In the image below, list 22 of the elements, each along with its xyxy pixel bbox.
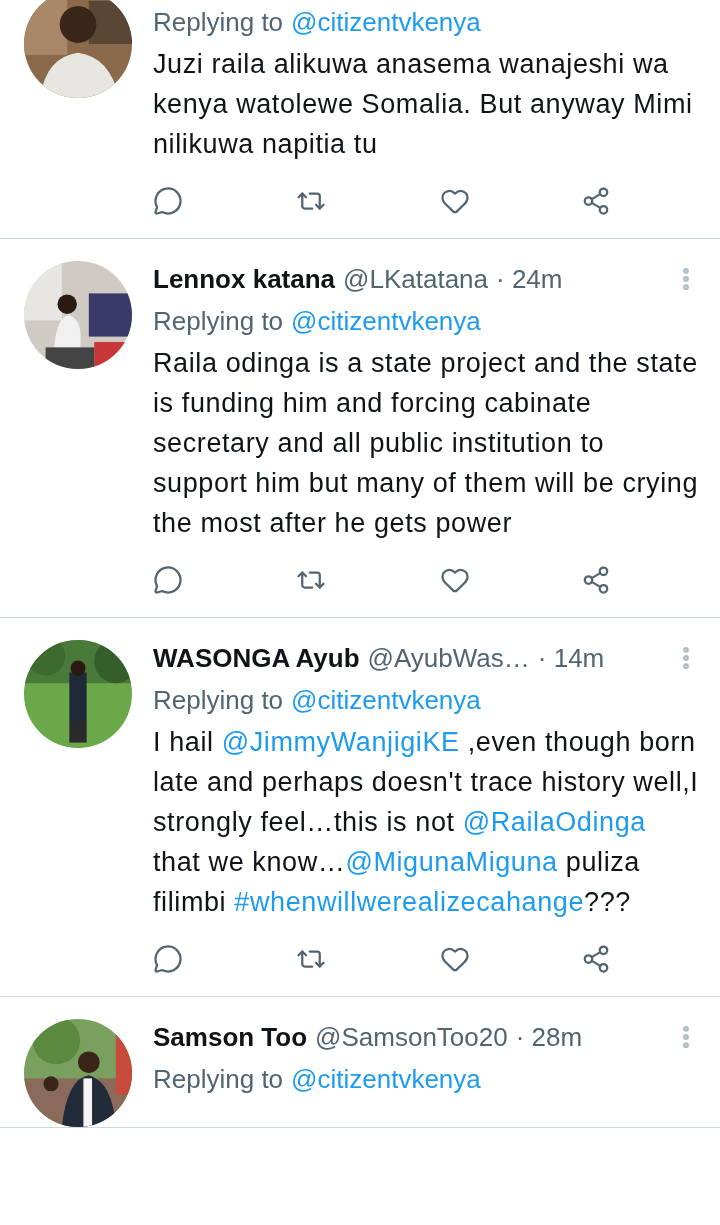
replying-label: Replying to <box>153 304 284 338</box>
tweet-time[interactable]: · 24m <box>496 259 563 299</box>
replying-label: Replying to <box>153 5 284 39</box>
author-handle[interactable]: @AyubWas… <box>367 638 530 678</box>
reply-icon[interactable] <box>153 944 183 974</box>
replying-label: Replying to <box>153 1062 284 1096</box>
share-icon[interactable] <box>581 565 611 595</box>
tweet-text: I hail @JimmyWanjigiKE ,even though born late and perhaps doesn't trace history well,I strongly feel…this is not @RailaOdinga that we know…@MigunaMiguna puliza filimbi #whenwillwerealizecahange??? <box>153 726 700 919</box>
tweet-text: Raila odinga is a state project and the state is funding him and forcing cabinate secretary and all public institution to support him but many of them will be crying the most after he gets power <box>153 347 700 540</box>
tweet-text: Juzi raila alikuwa anasema wanajeshi wa kenya watolewe Somalia. But anyway Mimi nilikuwa napitia tu <box>153 48 694 161</box>
tweet-time[interactable]: · 28m <box>515 1017 583 1057</box>
author-handle[interactable]: @SamsonToo20 <box>315 1017 508 1057</box>
author-name[interactable]: WASONGA Ayub <box>153 638 360 678</box>
share-icon[interactable] <box>581 186 611 216</box>
tweet-time[interactable]: · 14m <box>537 638 605 678</box>
author-handle[interactable]: @LKatatana <box>343 259 488 299</box>
author-name[interactable]: Samson Too <box>153 1017 308 1057</box>
author-name[interactable]: Lennox katana <box>153 259 336 299</box>
share-icon[interactable] <box>581 944 611 974</box>
replying-label: Replying to <box>153 683 284 717</box>
reply-icon[interactable] <box>153 565 183 595</box>
reply-icon[interactable] <box>153 186 183 216</box>
